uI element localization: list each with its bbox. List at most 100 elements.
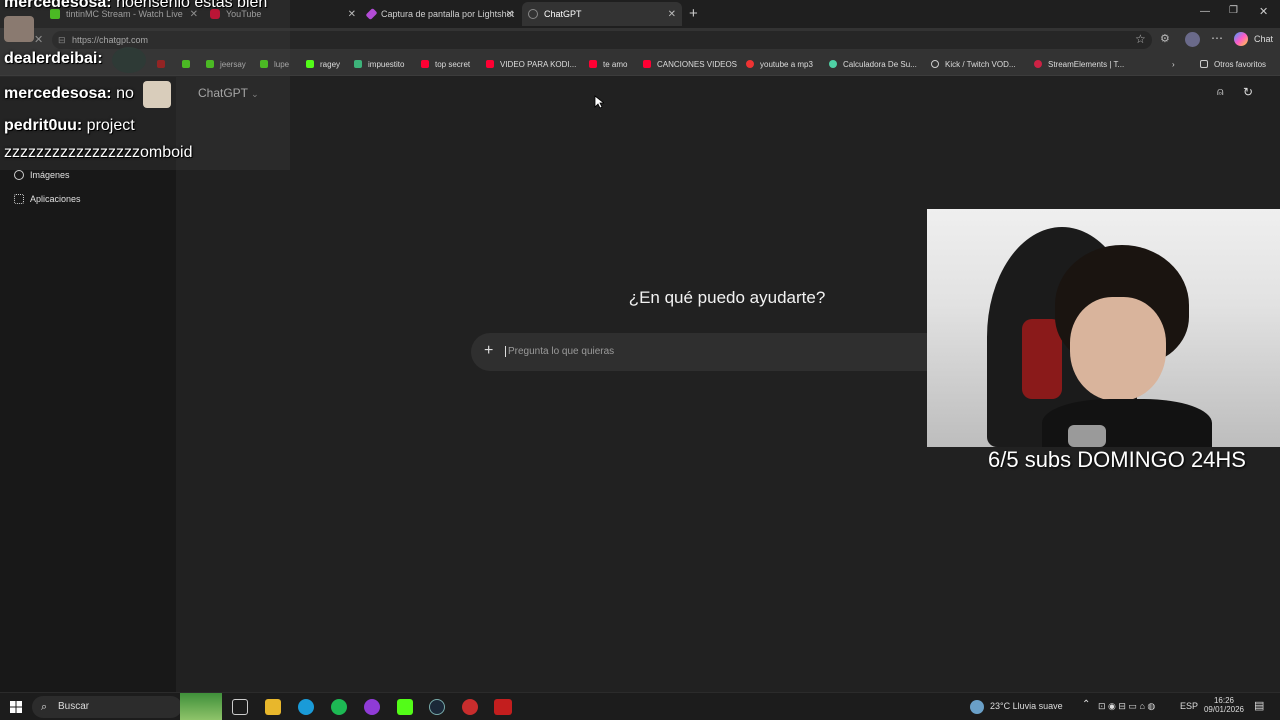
sidebar-item-apps[interactable]: Aplicaciones: [14, 194, 81, 204]
close-icon[interactable]: ✕: [348, 9, 356, 20]
tab-label: ChatGPT: [544, 9, 582, 19]
copilot-chat-label[interactable]: Chat: [1254, 34, 1273, 44]
clock-time: 16:26: [1213, 696, 1235, 705]
chat-message: zzzzzzzzzzzzzzzzzomboid: [4, 144, 192, 162]
sidebar-item-label: Imágenes: [30, 170, 70, 180]
bookmark-item[interactable]: ragey: [306, 57, 340, 71]
bookmark-item[interactable]: CANCIONES VIDEOS: [643, 57, 737, 71]
bookmark-label: top secret: [435, 59, 471, 69]
bookmark-label: CANCIONES VIDEOS: [657, 59, 738, 69]
globe-icon: [931, 60, 939, 68]
bookmark-label: te amo: [603, 59, 628, 69]
apps-grid-icon: [14, 194, 24, 204]
bookmark-label: StreamElements | T...: [1048, 59, 1125, 69]
bookmark-item[interactable]: youtube a mp3: [746, 57, 813, 71]
chat-message: dealerdeibai:: [4, 50, 103, 68]
images-icon: [14, 170, 24, 180]
temporary-chat-icon[interactable]: ↻: [1243, 85, 1253, 99]
chat-text: noensenio estas bien: [116, 0, 268, 11]
taskbar-search[interactable]: ⌕ Buscar: [32, 696, 182, 718]
bookmark-label: impuestito: [368, 59, 405, 69]
profile-avatar[interactable]: [1185, 32, 1200, 47]
bookmark-item[interactable]: VIDEO PARA KODI...: [486, 57, 576, 71]
tab-lightshot[interactable]: Captura de pantalla por Lightshot ✕: [362, 2, 520, 26]
spotify-icon[interactable]: [331, 699, 347, 715]
sidebar-item-images[interactable]: Imágenes: [14, 170, 70, 180]
bookmark-label: youtube a mp3: [760, 59, 813, 69]
windows-start-icon[interactable]: [10, 701, 22, 713]
close-window-button[interactable]: ✕: [1259, 5, 1268, 18]
file-explorer-icon[interactable]: [265, 699, 281, 715]
extensions-icon[interactable]: ⚙: [1160, 32, 1170, 45]
youtube-icon: [421, 60, 429, 68]
chat-username: mercedesosa:: [4, 0, 112, 11]
webcam-feed: [927, 209, 1280, 447]
search-label: Buscar: [58, 701, 90, 712]
loading-icon: [528, 9, 538, 19]
other-favorites[interactable]: Otros favoritos: [1200, 57, 1266, 71]
bookmark-icon: [746, 60, 754, 68]
app-c-icon[interactable]: [364, 699, 380, 715]
chat-username: pedrit0uu:: [4, 117, 83, 134]
lightshot-icon: [365, 7, 378, 21]
folder-icon: [1200, 60, 1208, 68]
tray-icons[interactable]: ⊡ ◉ ⊟ ▭ ⌂ ◍: [1098, 701, 1155, 712]
copilot-icon[interactable]: [1234, 32, 1248, 46]
app-video-icon[interactable]: [494, 699, 512, 715]
close-icon[interactable]: ✕: [668, 9, 676, 20]
bookmark-icon: [354, 60, 362, 68]
microphone: [1068, 425, 1106, 447]
chat-message: mercedesosa: no: [4, 85, 134, 103]
chair-accent: [1022, 319, 1062, 399]
chat-text: zzzzzzzzzzzzzzzzzomboid: [4, 144, 193, 161]
chat-message: pedrit0uu: project: [4, 117, 135, 135]
maximize-button[interactable]: ❐: [1229, 5, 1238, 16]
stream-chat-overlay: mercedesosa: noensenio estas bien dealer…: [0, 0, 290, 170]
notifications-icon[interactable]: ▤: [1254, 699, 1264, 712]
favorite-star-icon[interactable]: ☆: [1135, 32, 1146, 46]
bookmark-item[interactable]: Kick / Twitch VOD...: [931, 57, 1016, 71]
mouse-cursor-icon: [594, 95, 604, 109]
bookmark-label: ragey: [320, 59, 341, 69]
bookmark-label: VIDEO PARA KODI...: [500, 59, 577, 69]
bookmark-item[interactable]: Calculadora De Su...: [829, 57, 917, 71]
tab-chatgpt[interactable]: ChatGPT ✕: [522, 2, 682, 26]
bookmark-item[interactable]: impuestito: [354, 57, 404, 71]
new-tab-button[interactable]: +: [689, 5, 698, 22]
bookmark-icon: [829, 60, 837, 68]
language-indicator[interactable]: ESP: [1180, 701, 1198, 711]
chevron-up-icon[interactable]: ⌃: [1082, 699, 1090, 710]
clock[interactable]: 16:26 09/01/2026: [1202, 696, 1246, 714]
bookmark-item[interactable]: te amo: [589, 57, 627, 71]
app-red-icon[interactable]: [462, 699, 478, 715]
bookmark-item[interactable]: top secret: [421, 57, 470, 71]
add-attachment-icon[interactable]: +: [484, 342, 493, 360]
bookmark-label: Otros favoritos: [1214, 59, 1267, 69]
bookmark-label: Calculadora De Su...: [843, 59, 917, 69]
sub-goal-text: 6/5 subs DOMINGO 24HS: [988, 447, 1246, 472]
chat-text: project: [86, 117, 135, 134]
kick-icon[interactable]: [397, 699, 413, 715]
bookmark-item[interactable]: StreamElements | T...: [1034, 57, 1124, 71]
steam-icon[interactable]: [429, 699, 445, 715]
youtube-icon: [486, 60, 494, 68]
search-highlight-image: [180, 693, 222, 720]
edge-icon[interactable]: [298, 699, 314, 715]
bookmark-label: Kick / Twitch VOD...: [945, 59, 1016, 69]
emote-image: [112, 47, 146, 73]
close-icon[interactable]: ✕: [506, 9, 514, 20]
prompt-input[interactable]: Pregunta lo que quieras: [505, 346, 614, 357]
minimize-button[interactable]: —: [1200, 6, 1210, 17]
streamelements-icon: [1034, 60, 1042, 68]
bookmarks-overflow-icon[interactable]: ›: [1172, 57, 1175, 71]
youtube-icon: [643, 60, 651, 68]
windows-taskbar: ⌕ Buscar 23°C Lluvia suave ⌃ ⊡ ◉ ⊟ ▭ ⌂ ◍…: [0, 692, 1280, 720]
task-view-icon[interactable]: [232, 699, 248, 715]
weather-text[interactable]: 23°C Lluvia suave: [990, 701, 1063, 711]
youtube-icon: [589, 60, 597, 68]
chat-username: dealerdeibai:: [4, 50, 103, 67]
share-icon[interactable]: ⍝: [1217, 86, 1224, 99]
weather-icon[interactable]: [970, 700, 984, 714]
tab-label: Captura de pantalla por Lightshot: [381, 9, 515, 19]
menu-dots-icon[interactable]: ⋯: [1211, 31, 1223, 45]
